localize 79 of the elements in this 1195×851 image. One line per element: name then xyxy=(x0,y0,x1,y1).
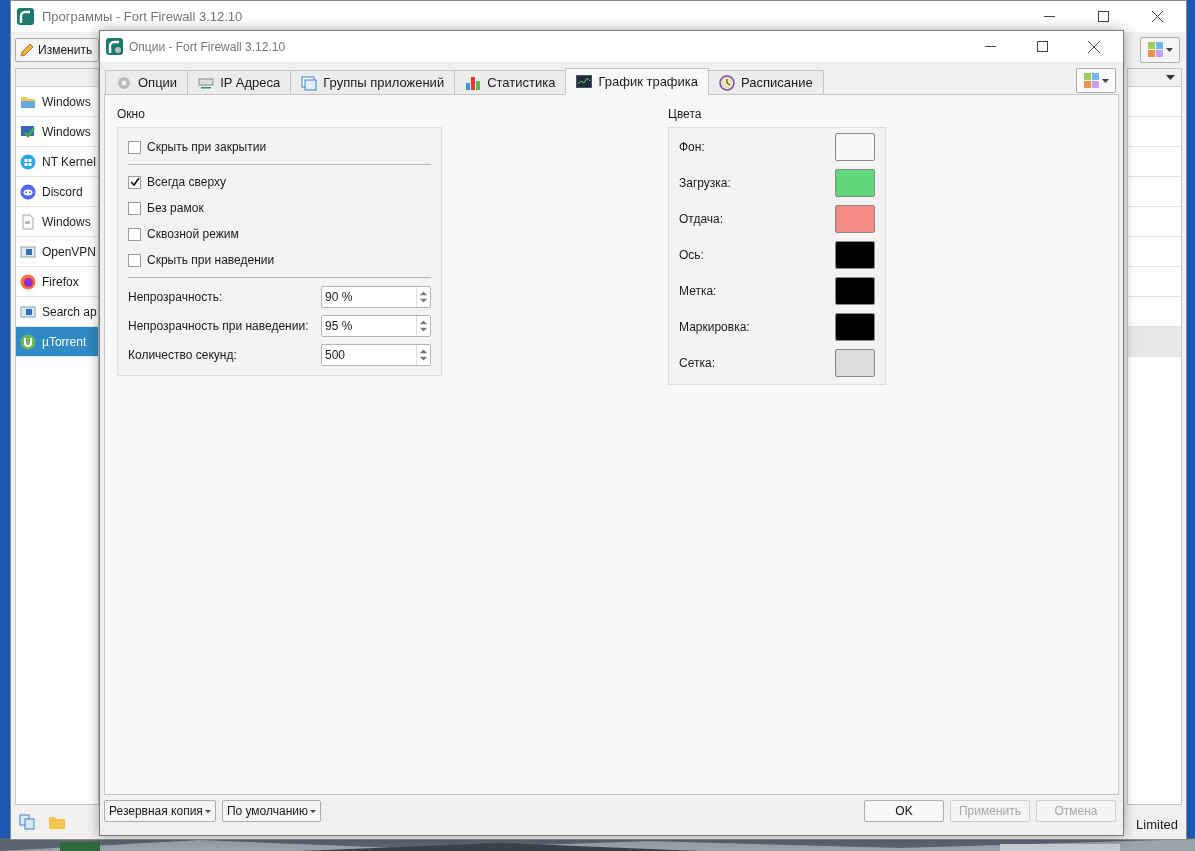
app-logo-icon xyxy=(106,38,123,55)
file-icon xyxy=(20,213,36,230)
color-swatch[interactable] xyxy=(835,133,875,161)
spin-box[interactable]: 95 % xyxy=(321,314,431,337)
color-label: Метка: xyxy=(679,283,717,300)
grid-icon xyxy=(1147,42,1164,58)
maximize-icon[interactable] xyxy=(1097,11,1109,22)
caret-icon xyxy=(204,809,211,813)
color-label: Отдача: xyxy=(679,211,724,228)
window-icon xyxy=(20,303,36,320)
dropdown-button[interactable]: По умолчанию xyxy=(221,800,322,822)
edit-button[interactable]: Изменить xyxy=(15,38,99,62)
group-title: Цвета xyxy=(668,106,703,123)
window-icon xyxy=(20,243,36,260)
minimize-icon[interactable] xyxy=(984,46,996,47)
graph-icon xyxy=(576,73,593,90)
status-text: Limited xyxy=(1136,816,1178,835)
torrent-icon xyxy=(20,333,36,350)
windows-stack-icon xyxy=(301,74,318,91)
checkbox[interactable] xyxy=(128,253,141,267)
spin-arrows-icon[interactable] xyxy=(416,286,430,307)
pencil-icon xyxy=(19,42,35,58)
minimize-icon[interactable] xyxy=(1043,16,1055,17)
clock-icon xyxy=(719,74,736,91)
spin-box[interactable]: 90 % xyxy=(321,285,431,308)
checkbox-label: Скрыть при закрытии xyxy=(147,139,267,156)
group-title: Окно xyxy=(117,106,146,123)
windows-icon xyxy=(20,153,36,170)
tab[interactable]: Группы приложений xyxy=(290,70,456,95)
caret-icon xyxy=(1165,48,1173,52)
field-label: Количество секунд: xyxy=(128,346,237,364)
color-label: Фон: xyxy=(679,139,705,156)
checkbox-label: Всегда сверху xyxy=(147,174,226,191)
tab[interactable]: График трафика xyxy=(565,68,710,95)
window-title: Опции - Fort Firewall 3.12.10 xyxy=(129,38,286,56)
spin-arrows-icon[interactable] xyxy=(416,315,430,336)
checkbox[interactable] xyxy=(128,227,141,241)
color-swatch[interactable] xyxy=(835,169,875,197)
color-label: Маркировка: xyxy=(679,319,750,336)
spin-arrows-icon[interactable] xyxy=(416,344,430,365)
color-swatch[interactable] xyxy=(835,205,875,233)
gear-icon xyxy=(116,74,132,91)
color-swatch[interactable] xyxy=(835,277,875,305)
monitor-icon xyxy=(20,123,36,140)
app-row[interactable]: µTorrent xyxy=(16,327,98,357)
checkbox[interactable] xyxy=(128,140,141,154)
app-logo-icon xyxy=(17,8,34,25)
tab[interactable]: Статистика xyxy=(454,70,567,95)
color-swatch[interactable] xyxy=(835,241,875,269)
color-label: Сетка: xyxy=(679,355,715,372)
field-label: Непрозрачность: xyxy=(128,288,223,306)
color-label: Ось: xyxy=(679,247,704,264)
checkbox-label: Сквозной режим xyxy=(147,226,239,243)
window-title: Программы - Fort Firewall 3.12.10 xyxy=(42,7,243,26)
dropdown-button[interactable]: Резервная копия xyxy=(104,800,216,822)
bar-chart-icon xyxy=(465,74,482,91)
checkbox-label: Скрыть при наведении xyxy=(147,252,275,269)
list-row xyxy=(1128,327,1181,357)
caret-icon xyxy=(310,809,317,813)
color-swatch[interactable] xyxy=(835,349,875,377)
dropdown-arrow-icon[interactable] xyxy=(1166,75,1175,80)
copy-icon[interactable] xyxy=(19,814,35,830)
checkbox[interactable] xyxy=(128,201,141,215)
checkbox-label: Без рамок xyxy=(147,200,204,217)
tab[interactable]: IP Адреса xyxy=(187,70,292,95)
maximize-icon[interactable] xyxy=(1036,41,1048,52)
caret-icon xyxy=(1101,78,1109,83)
color-swatch[interactable] xyxy=(835,313,875,341)
checkbox[interactable] xyxy=(128,175,141,189)
grid-icon xyxy=(1083,72,1100,89)
tab[interactable]: Опции xyxy=(105,70,189,95)
field-label: Непрозрачность при наведении: xyxy=(128,317,309,335)
tab[interactable]: Расписание xyxy=(708,70,824,95)
layout-menu-button[interactable] xyxy=(1076,68,1116,93)
dialog-button[interactable]: OK xyxy=(864,800,944,822)
spin-box[interactable]: 500 xyxy=(321,343,431,366)
close-icon[interactable] xyxy=(1151,11,1163,22)
color-label: Загрузка: xyxy=(679,175,731,192)
close-icon[interactable] xyxy=(1088,40,1100,53)
